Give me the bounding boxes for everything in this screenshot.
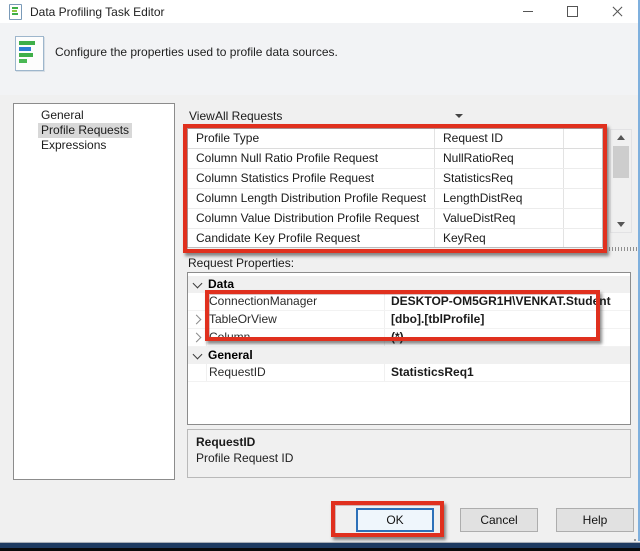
cell-request-id: LengthDistReq [435, 189, 564, 208]
collapse-chevron-icon[interactable] [192, 278, 202, 288]
minimize-button[interactable] [505, 0, 550, 23]
data-profiling-task-editor-window: Data Profiling Task Editor Configure the… [0, 0, 640, 551]
sidebar-item-general[interactable]: General [38, 108, 87, 123]
expand-chevron-icon[interactable] [191, 314, 201, 325]
property-row-connectionmanager[interactable]: ConnectionManager DESKTOP-OM5GR1H\VENKAT… [188, 293, 630, 311]
expand-chevron-icon[interactable] [191, 332, 201, 343]
property-value[interactable]: (*) [385, 329, 630, 346]
property-name: ConnectionManager [206, 293, 385, 310]
column-header-filler [564, 129, 602, 148]
scroll-up-icon [617, 135, 625, 140]
data-profiling-icon [15, 36, 44, 71]
cell-request-id: KeyReq [435, 229, 564, 247]
cell-profile-type: Column Null Ratio Profile Request [188, 149, 435, 168]
property-name: RequestID [206, 364, 385, 381]
property-value[interactable]: [dbo].[tblProfile] [385, 311, 630, 328]
pages-sidebar: General Profile Requests Expressions [13, 103, 175, 480]
view-label: View [189, 109, 215, 123]
table-row[interactable]: Column Value Distribution Profile Reques… [188, 209, 602, 229]
group-name: General [208, 348, 253, 362]
profile-requests-table: Profile Type Request ID Column Null Rati… [187, 128, 603, 248]
scrollbar-thumb[interactable] [613, 146, 629, 178]
cell-profile-type: Column Statistics Profile Request [188, 169, 435, 188]
ok-button[interactable]: OK [356, 508, 434, 532]
property-row-tableorview[interactable]: TableOrView [dbo].[tblProfile] [188, 311, 630, 329]
collapse-chevron-icon[interactable] [192, 349, 202, 359]
close-button[interactable] [595, 0, 640, 23]
scroll-down-button[interactable] [611, 217, 631, 232]
sidebar-item-expressions[interactable]: Expressions [38, 138, 109, 153]
help-button[interactable]: Help [556, 508, 634, 532]
column-header-request-id[interactable]: Request ID [435, 129, 564, 148]
app-document-icon [9, 3, 22, 20]
splitter-grip[interactable] [606, 247, 638, 251]
request-properties-label: Request Properties: [188, 256, 295, 270]
table-row[interactable]: Column Statistics Profile Request Statis… [188, 169, 602, 189]
cell-profile-type: Column Value Distribution Profile Reques… [188, 209, 435, 228]
property-value[interactable]: StatisticsReq1 [385, 364, 630, 381]
property-description-panel: RequestID Profile Request ID [187, 429, 631, 478]
cell-profile-type: Candidate Key Profile Request [188, 229, 435, 247]
view-combobox[interactable]: All Requests [215, 106, 467, 125]
maximize-button[interactable] [550, 0, 595, 23]
view-combobox-value: All Requests [215, 108, 283, 123]
column-header-profile-type[interactable]: Profile Type [188, 129, 435, 148]
cell-profile-type: Column Length Distribution Profile Reque… [188, 189, 435, 208]
window-bottom-edge [0, 541, 640, 551]
property-row-requestid[interactable]: RequestID StatisticsReq1 [188, 364, 630, 382]
cell-request-id: StatisticsReq [435, 169, 564, 188]
cell-request-id: NullRatioReq [435, 149, 564, 168]
description-text: Profile Request ID [196, 451, 294, 465]
titlebar: Data Profiling Task Editor [0, 0, 640, 23]
description-title: RequestID [196, 435, 256, 449]
table-header-row: Profile Type Request ID [188, 129, 602, 149]
request-properties-grid: Data ConnectionManager DESKTOP-OM5GR1H\V… [187, 272, 631, 425]
scroll-down-icon [617, 222, 625, 227]
property-value[interactable]: DESKTOP-OM5GR1H\VENKAT.Student [385, 293, 630, 310]
minimize-icon [522, 11, 533, 12]
property-name: TableOrView [206, 311, 385, 328]
table-vertical-scrollbar[interactable] [610, 129, 632, 233]
close-icon [612, 6, 623, 17]
table-row[interactable]: Column Null Ratio Profile Request NullRa… [188, 149, 602, 169]
window-title: Data Profiling Task Editor [30, 4, 165, 19]
dialog-description: Configure the properties used to profile… [55, 45, 338, 59]
table-row[interactable]: Column Length Distribution Profile Reque… [188, 189, 602, 209]
maximize-icon [567, 6, 578, 17]
dialog-header: Configure the properties used to profile… [0, 23, 640, 95]
table-row[interactable]: Candidate Key Profile Request KeyReq [188, 229, 602, 247]
sidebar-item-profile-requests[interactable]: Profile Requests [38, 123, 133, 138]
property-group-data[interactable]: Data [188, 276, 630, 293]
group-name: Data [208, 277, 235, 291]
scroll-up-button[interactable] [611, 130, 631, 145]
cell-request-id: ValueDistReq [435, 209, 564, 228]
property-row-column[interactable]: Column (*) [188, 329, 630, 347]
chevron-down-icon [455, 113, 463, 118]
cancel-button[interactable]: Cancel [460, 508, 538, 532]
property-name: Column [206, 329, 385, 346]
property-group-general[interactable]: General [188, 347, 630, 364]
